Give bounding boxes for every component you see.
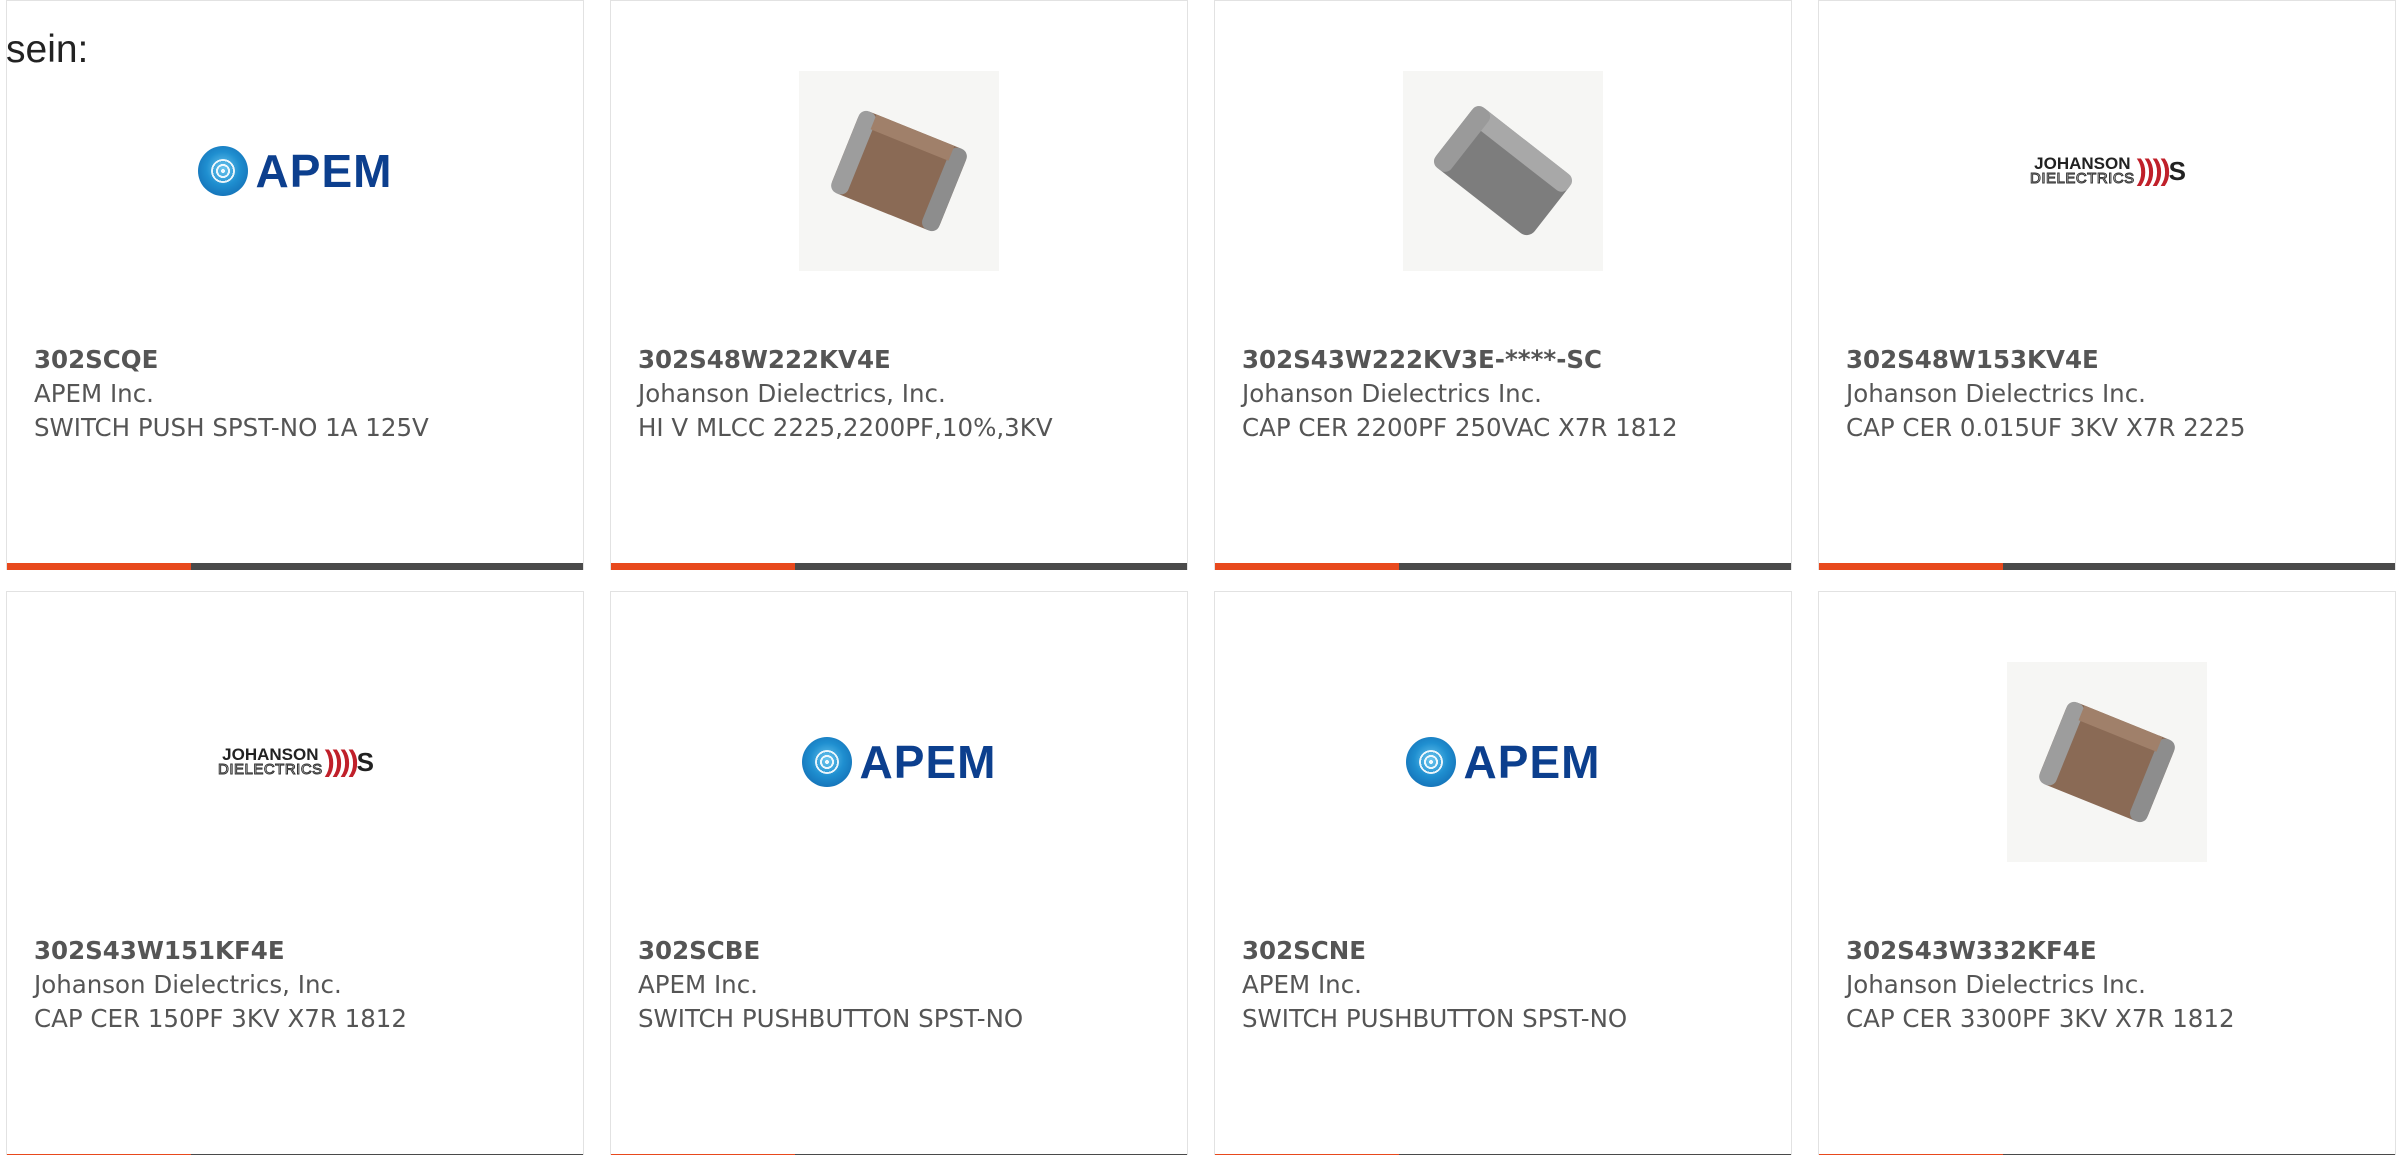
card-accent-bar [7,563,191,570]
card-bottom-bar [611,563,1187,570]
card-bottom-bar [1819,563,2395,570]
product-description: CAP CER 0.015UF 3KV X7R 2225 [1846,413,2246,442]
product-card[interactable]: 302S43W332KF4E Johanson Dielectrics Inc. C… [1818,591,2396,1155]
card-bottom-bar [1215,563,1791,570]
product-image[interactable]: JOHANSON DIELECTRICS))))S [1819,63,2395,279]
johanson-logo-line1: JOHANSON [222,745,319,764]
product-card[interactable]: 302S43W222KV3E-****-SC Johanson Dielectri… [1214,0,1792,570]
part-number-link[interactable]: 302SCBE [638,934,1108,968]
johanson-wave-icon: ))))S [324,745,374,778]
capacitor-photo [799,71,999,271]
product-card[interactable]: APEM 302SCBE APEM Inc. SWITCH PUSHBUTTON SP… [610,591,1188,1155]
johanson-logo-line1: JOHANSON [2034,154,2131,173]
product-info: 302SCBE APEM Inc. SWITCH PUSHBUTTON SPST-N… [638,934,1108,1036]
apem-logo: APEM [801,735,997,789]
part-number-link[interactable]: 302S43W332KF4E [1846,934,2316,968]
manufacturer-name: Johanson Dielectrics Inc. [1846,379,2146,408]
product-card[interactable]: JOHANSON DIELECTRICS))))S 302S48W153KV4E Jo… [1818,0,2396,570]
product-info: 302S48W153KV4E Johanson Dielectrics Inc. C… [1846,343,2316,445]
product-image[interactable]: APEM [7,63,583,279]
apem-logo: APEM [197,144,393,198]
manufacturer-name: Johanson Dielectrics Inc. [1846,970,2146,999]
card-bottom-bar [7,563,583,570]
manufacturer-name: APEM Inc. [34,379,154,408]
manufacturer-name: APEM Inc. [638,970,758,999]
card-accent-bar [611,563,795,570]
product-info: 302S48W222KV4E Johanson Dielectrics, Inc.… [638,343,1108,445]
product-card[interactable]: APEM 302SCQE APEM Inc. SWITCH PUSH SPST-NO … [6,0,584,570]
product-card[interactable]: APEM 302SCNE APEM Inc. SWITCH PUSHBUTTON SP… [1214,591,1792,1155]
product-description: HI V MLCC 2225,2200PF,10%,3KV [638,413,1053,442]
product-info: 302S43W151KF4E Johanson Dielectrics, Inc.… [34,934,504,1036]
card-accent-bar [1215,563,1399,570]
apem-globe-icon [197,146,248,196]
product-description: SWITCH PUSHBUTTON SPST-NO [638,1004,1024,1033]
product-card[interactable]: 302S48W222KV4E Johanson Dielectrics, Inc.… [610,0,1188,570]
card-accent-bar [1819,563,2003,570]
manufacturer-name: Johanson Dielectrics Inc. [1242,379,1542,408]
manufacturer-name: APEM Inc. [1242,970,1362,999]
johanson-logo: JOHANSON DIELECTRICS))))S [2030,154,2187,188]
product-image[interactable]: JOHANSON DIELECTRICS))))S [7,654,583,870]
part-number-link[interactable]: 302S48W222KV4E [638,343,1108,377]
johanson-logo-line2: DIELECTRICS [218,761,323,778]
manufacturer-name: Johanson Dielectrics, Inc. [34,970,342,999]
apem-logo: APEM [1405,735,1601,789]
product-description: SWITCH PUSHBUTTON SPST-NO [1242,1004,1628,1033]
apem-logo-text: APEM [1463,736,1601,788]
product-description: CAP CER 3300PF 3KV X7R 1812 [1846,1004,2235,1033]
capacitor-photo [1403,71,1603,271]
product-info: 302S43W332KF4E Johanson Dielectrics Inc. C… [1846,934,2316,1036]
product-description: SWITCH PUSH SPST-NO 1A 125V [34,413,429,442]
product-image[interactable] [611,63,1187,279]
part-number-link[interactable]: 302SCQE [34,343,504,377]
product-results-page: sein: APEM 302SCQE APEM Inc. SWITCH PUSH SP… [0,0,2400,1155]
product-info: 302SCNE APEM Inc. SWITCH PUSHBUTTON SPST-N… [1242,934,1712,1036]
product-image[interactable] [1819,654,2395,870]
apem-logo-text: APEM [859,736,997,788]
product-info: 302S43W222KV3E-****-SC Johanson Dielectri… [1242,343,1712,445]
product-description: CAP CER 150PF 3KV X7R 1812 [34,1004,407,1033]
capacitor-photo [2007,662,2207,862]
product-image[interactable]: APEM [1215,654,1791,870]
product-info: 302SCQE APEM Inc. SWITCH PUSH SPST-NO 1A 1… [34,343,504,445]
johanson-wave-icon: ))))S [2136,154,2186,187]
intro-text: sein: [6,28,89,71]
apem-logo-text: APEM [255,145,393,197]
johanson-logo: JOHANSON DIELECTRICS))))S [218,745,375,779]
johanson-logo-line2: DIELECTRICS [2030,170,2135,187]
part-number-link[interactable]: 302S43W151KF4E [34,934,504,968]
part-number-link[interactable]: 302SCNE [1242,934,1712,968]
apem-globe-icon [1405,737,1456,787]
apem-globe-icon [801,737,852,787]
product-image[interactable]: APEM [611,654,1187,870]
part-number-link[interactable]: 302S48W153KV4E [1846,343,2316,377]
product-card[interactable]: JOHANSON DIELECTRICS))))S 302S43W151KF4E Jo… [6,591,584,1155]
part-number-link[interactable]: 302S43W222KV3E-****-SC [1242,343,1712,377]
product-description: CAP CER 2200PF 250VAC X7R 1812 [1242,413,1678,442]
product-image[interactable] [1215,63,1791,279]
manufacturer-name: Johanson Dielectrics, Inc. [638,379,946,408]
